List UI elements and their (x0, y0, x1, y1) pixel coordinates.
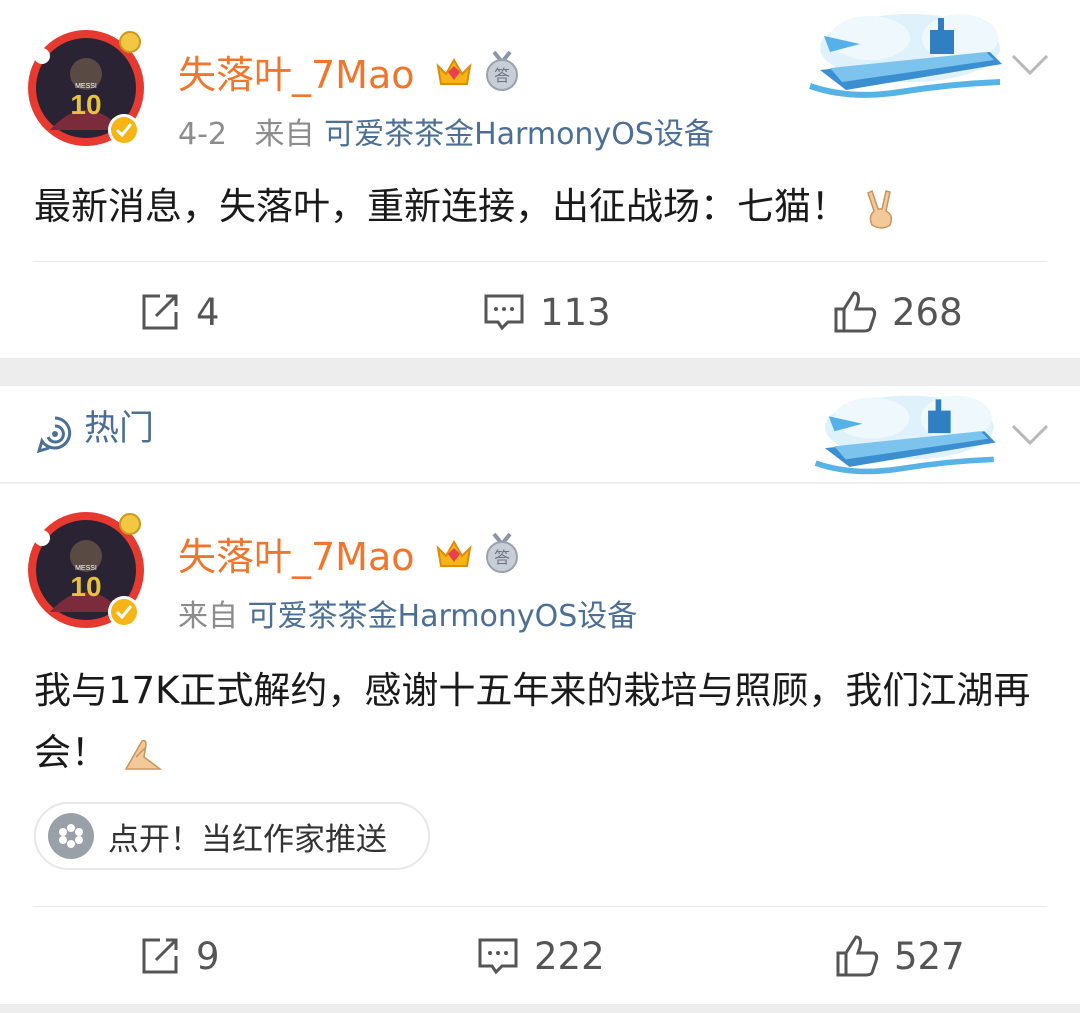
svg-text:答: 答 (494, 66, 510, 85)
repost-icon (142, 294, 178, 330)
like-icon (834, 291, 877, 333)
action-bar: 4 113 268 (0, 282, 1080, 342)
username[interactable]: 失落叶_7Mao (178, 538, 415, 576)
medal-badge-icon[interactable]: 答 (484, 532, 520, 574)
repost-button[interactable]: 9 (138, 926, 220, 986)
weibo-post-1: 10 MESSI 失落叶_7Mao 答 4-2 来自 可爱茶茶金HarmonyO… (0, 0, 1080, 358)
like-button[interactable]: 527 (834, 926, 965, 986)
hot-icon (36, 416, 72, 454)
promo-text: 点开！当红作家推送 (108, 821, 387, 858)
promo-tag[interactable]: 点开！当红作家推送 (34, 802, 430, 870)
hot-label[interactable]: 热门 (84, 412, 154, 447)
promo-icon (48, 813, 94, 859)
avatar-jersey-name: MESSI (75, 83, 97, 90)
username[interactable]: 失落叶_7Mao (178, 56, 415, 94)
from-prefix: 来自 (178, 599, 238, 634)
avatar-jersey-number: 10 (70, 571, 101, 602)
post-text: 我与17K正式解约，感谢十五年来的栽培与照顾，我们江湖再会！ (34, 669, 1031, 774)
chevron-down-icon[interactable] (1010, 52, 1050, 78)
repost-count: 9 (196, 934, 220, 978)
repost-icon (142, 938, 178, 974)
comment-button[interactable]: 222 (476, 926, 605, 986)
like-icon (836, 935, 879, 977)
post-source[interactable]: 可爱茶茶金HarmonyOS设备 (324, 117, 714, 152)
like-count: 268 (892, 290, 963, 334)
divider (34, 906, 1046, 907)
weibo-post-2: 10 MESSI 失落叶_7Mao 答 来自 可爱茶茶金HarmonyOS设备 … (0, 484, 1080, 1004)
action-bar: 9 222 527 (0, 926, 1080, 986)
repost-count: 4 (196, 290, 220, 334)
post-time: 4-2 (178, 117, 227, 152)
avatar[interactable]: 10 MESSI (26, 508, 148, 630)
divider (34, 261, 1046, 262)
crown-badge-icon[interactable] (434, 52, 474, 92)
avatar[interactable]: 10 MESSI (26, 26, 148, 148)
hot-section-header: 热门 (0, 386, 1080, 482)
comment-count: 113 (540, 290, 611, 334)
chevron-down-icon[interactable] (1010, 422, 1050, 448)
victory-hand-emoji (867, 189, 893, 229)
post-meta: 来自 可爱茶茶金HarmonyOS设备 (178, 602, 637, 632)
svg-text:答: 答 (494, 548, 510, 567)
repost-button[interactable]: 4 (138, 282, 220, 342)
carrier-banner-decoration (809, 14, 1002, 98)
comment-icon (484, 294, 524, 331)
post-source[interactable]: 可爱茶茶金HarmonyOS设备 (248, 599, 638, 634)
clasped-hands-emoji (124, 739, 163, 770)
comment-icon (478, 938, 518, 975)
medal-badge-icon[interactable]: 答 (484, 50, 520, 92)
from-prefix: 来自 (254, 117, 315, 152)
carrier-banner-decoration (814, 395, 996, 475)
avatar-jersey-name: MESSI (75, 565, 97, 572)
avatar-jersey-number: 10 (70, 89, 101, 120)
comment-button[interactable]: 113 (482, 282, 611, 342)
like-count: 527 (894, 934, 965, 978)
crown-badge-icon[interactable] (434, 534, 474, 574)
like-button[interactable]: 268 (832, 282, 963, 342)
post-meta: 4-2 来自 可爱茶茶金HarmonyOS设备 (178, 120, 714, 150)
comment-count: 222 (534, 934, 605, 978)
post-content[interactable]: 最新消息，失落叶，重新连接，出征战场：七猫！ (34, 178, 1054, 236)
post-text: 最新消息，失落叶，重新连接，出征战场：七猫！ (34, 185, 848, 228)
post-content[interactable]: 我与17K正式解约，感谢十五年来的栽培与照顾，我们江湖再会！ (34, 660, 1054, 784)
